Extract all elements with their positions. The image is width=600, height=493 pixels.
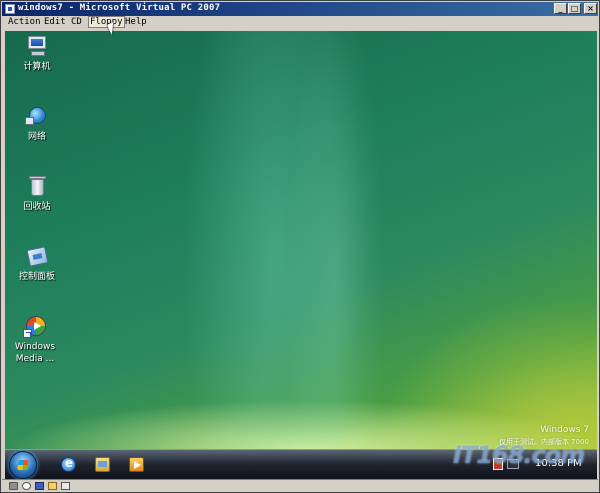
virtual-pc-window: windows7 - Microsoft Virtual PC 2007 _ □… (0, 0, 600, 493)
maximize-button[interactable]: □ (568, 3, 581, 14)
status-bar (2, 479, 598, 492)
hard-disk-icon[interactable] (9, 482, 18, 490)
desktop-icon-windows-media-player[interactable]: Windows Media ... (5, 315, 65, 365)
shared-folder-icon[interactable] (48, 482, 57, 490)
floppy-drive-icon[interactable] (35, 482, 44, 490)
menu-floppy[interactable]: Floppy (88, 16, 125, 28)
virtual-pc-icon[interactable] (5, 4, 15, 14)
internet-explorer-icon (61, 456, 76, 472)
shortcut-arrow-icon (23, 329, 32, 338)
taskbar-media-player[interactable] (119, 453, 153, 476)
desktop-icon-label: 网络 (27, 132, 46, 142)
menu-help[interactable]: Help (125, 17, 147, 27)
computer-icon (25, 35, 49, 59)
network-adapter-icon[interactable] (61, 482, 70, 490)
control-panel-icon (25, 245, 49, 269)
desktop-icon-label-line2: Media ... (15, 354, 55, 364)
desktop-icon-label: 计算机 (23, 62, 51, 72)
os-name: Windows 7 (540, 425, 589, 435)
windows-media-player-icon (23, 315, 47, 339)
desktop-icon-control-panel[interactable]: 控制面板 (7, 245, 67, 283)
start-button[interactable] (9, 451, 37, 479)
recycle-bin-icon (25, 175, 49, 199)
network-icon (25, 105, 49, 129)
guest-desktop[interactable]: 计算机 网络 回收站 控制面板 Windows Media ... Window… (5, 31, 597, 449)
watermark: IT168.com (453, 441, 585, 469)
cd-drive-icon[interactable] (22, 482, 31, 490)
desktop-icon-label: 控制面板 (18, 272, 55, 282)
menu-bar: Action Edit CD Floppy Help (2, 16, 598, 30)
desktop-icon-network[interactable]: 网络 (7, 105, 67, 143)
menu-action[interactable]: Action (8, 17, 41, 27)
desktop-icon-label: Windows (14, 342, 56, 352)
minimize-button[interactable]: _ (554, 3, 567, 14)
desktop-icon-recycle-bin[interactable]: 回收站 (7, 175, 67, 213)
close-button[interactable]: × (584, 3, 597, 14)
folder-icon (95, 457, 110, 472)
title-bar[interactable]: windows7 - Microsoft Virtual PC 2007 _ □… (2, 2, 598, 16)
window-title: windows7 - Microsoft Virtual PC 2007 (18, 3, 221, 13)
taskbar-windows-explorer[interactable] (85, 453, 119, 476)
menu-cd[interactable]: CD (71, 17, 82, 27)
media-player-icon (129, 457, 144, 472)
menu-edit[interactable]: Edit (44, 17, 66, 27)
desktop-icon-label: 回收站 (23, 202, 51, 212)
desktop-icon-computer[interactable]: 计算机 (7, 35, 67, 73)
taskbar-internet-explorer[interactable] (51, 453, 85, 476)
